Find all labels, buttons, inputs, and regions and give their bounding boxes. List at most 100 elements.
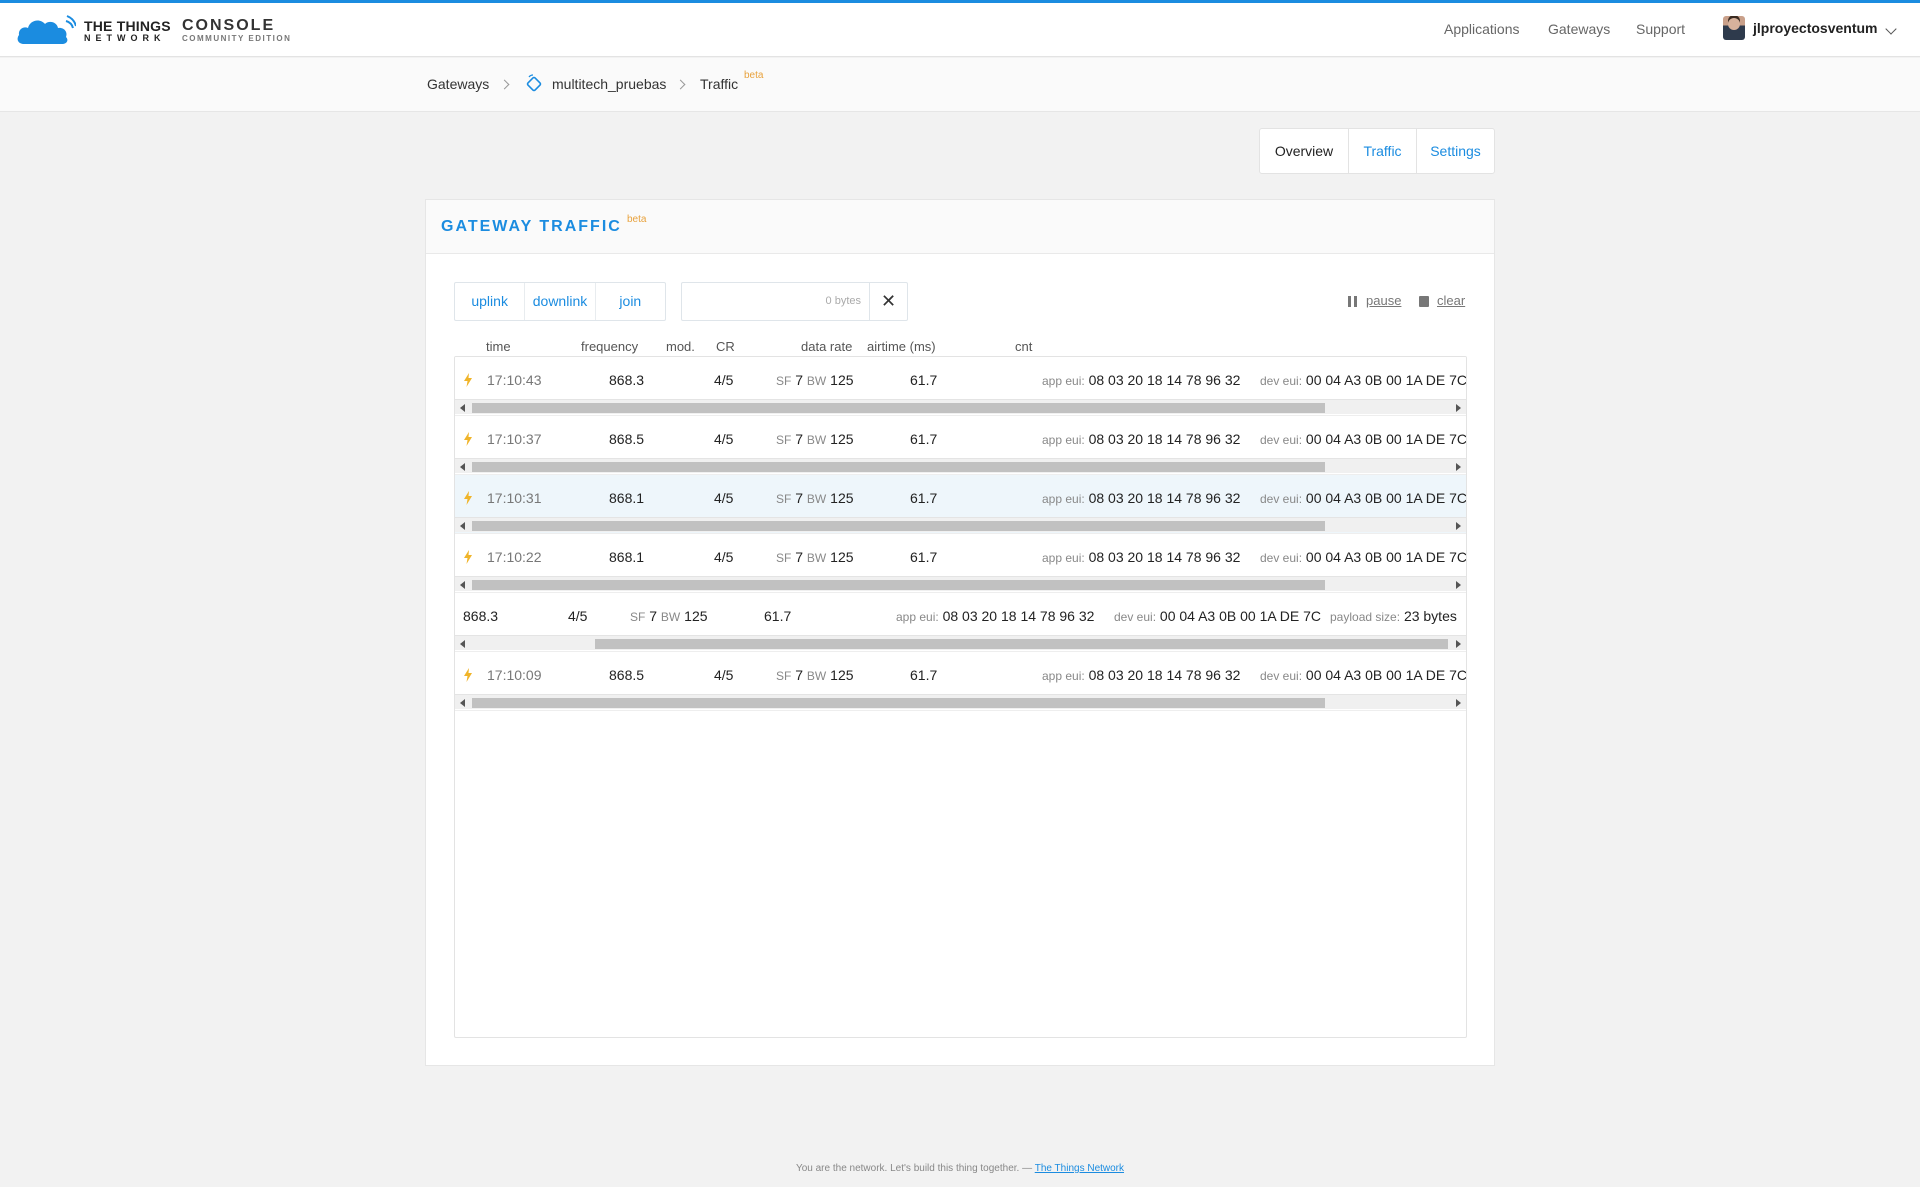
console-edition: COMMUNITY EDITION <box>182 34 292 43</box>
gateway-tabs: Overview Traffic Settings <box>1259 128 1495 174</box>
row-scrollbar[interactable] <box>455 458 1466 473</box>
scroll-right-icon[interactable] <box>1456 699 1461 707</box>
bw-label: BW <box>806 551 827 565</box>
traffic-row[interactable]: 17:10:22 868.1 4/5 SF 7 BW 125 61.7 app … <box>455 534 1466 593</box>
row-dev-eui: 00 04 A3 0B 00 1A DE 7C <box>1159 608 1322 624</box>
col-mod: mod. <box>666 339 695 354</box>
row-cr: 4/5 <box>714 549 734 565</box>
row-sf: 7 <box>649 608 658 624</box>
nav-applications[interactable]: Applications <box>1444 21 1520 37</box>
row-dev-eui: 00 04 A3 0B 00 1A DE 7C <box>1305 549 1466 565</box>
row-app-eui: 08 03 20 18 14 78 96 32 <box>1088 667 1241 683</box>
traffic-row-scrolled[interactable]: 868.3 4/5 SF 7 BW 125 61.7 app eui: 08 0… <box>455 593 1466 652</box>
chevron-down-icon[interactable] <box>1885 23 1897 35</box>
scroll-left-icon[interactable] <box>460 640 465 648</box>
uplink-bolt-icon <box>464 432 472 446</box>
filter-downlink-button[interactable]: downlink <box>525 283 596 320</box>
row-app-eui: 08 03 20 18 14 78 96 32 <box>942 608 1095 624</box>
row-cr: 4/5 <box>714 431 734 447</box>
breadcrumb-gateways[interactable]: Gateways <box>427 76 489 92</box>
scroll-thumb[interactable] <box>472 403 1325 413</box>
payload-filter-placeholder: 0 bytes <box>825 295 861 307</box>
row-sf: 7 <box>795 490 804 506</box>
nav-gateways[interactable]: Gateways <box>1548 21 1610 37</box>
close-icon[interactable]: ✕ <box>869 283 907 320</box>
row-dev-eui: 00 04 A3 0B 00 1A DE 7C <box>1305 667 1466 683</box>
uplink-bolt-icon <box>464 668 472 682</box>
tab-overview[interactable]: Overview <box>1260 129 1349 173</box>
row-scrollbar[interactable] <box>455 399 1466 414</box>
scroll-thumb[interactable] <box>472 521 1325 531</box>
traffic-row[interactable]: 17:10:31 868.1 4/5 SF 7 BW 125 61.7 app … <box>455 475 1466 534</box>
scroll-right-icon[interactable] <box>1456 463 1461 471</box>
filter-uplink-button[interactable]: uplink <box>455 283 526 320</box>
row-scrollbar[interactable] <box>455 694 1466 709</box>
row-sf: 7 <box>795 372 804 388</box>
row-bw: 125 <box>684 608 708 624</box>
card-title: GATEWAY TRAFFIC <box>441 218 622 235</box>
avatar[interactable] <box>1723 16 1745 40</box>
row-bw: 125 <box>830 667 854 683</box>
pause-icon[interactable] <box>1348 296 1357 307</box>
scroll-right-icon[interactable] <box>1456 640 1461 648</box>
breadcrumb-gateway-id[interactable]: multitech_pruebas <box>552 76 666 92</box>
bw-label: BW <box>806 669 827 683</box>
row-airtime: 61.7 <box>910 549 938 565</box>
scroll-right-icon[interactable] <box>1456 581 1461 589</box>
dev-eui-label: dev eui: <box>1260 669 1303 683</box>
row-sf: 7 <box>795 431 804 447</box>
tab-traffic[interactable]: Traffic <box>1349 129 1417 173</box>
scroll-thumb[interactable] <box>472 698 1325 708</box>
traffic-row[interactable]: 17:10:37 868.5 4/5 SF 7 BW 125 61.7 app … <box>455 416 1466 475</box>
gateway-traffic-card: GATEWAY TRAFFIC beta uplink downlink joi… <box>425 199 1495 1066</box>
scroll-left-icon[interactable] <box>460 581 465 589</box>
traffic-row[interactable]: 17:10:09 868.5 4/5 SF 7 BW 125 61.7 app … <box>455 652 1466 711</box>
col-cr: CR <box>716 339 735 354</box>
sf-label: SF <box>776 374 792 388</box>
breadcrumb-traffic: Traffic <box>700 76 739 92</box>
gateway-icon <box>526 74 542 92</box>
row-frequency: 868.1 <box>609 490 645 506</box>
traffic-row[interactable]: 17:10:43 868.3 4/5 SF 7 BW 125 61.7 app … <box>455 357 1466 416</box>
chevron-right-icon <box>499 79 510 90</box>
payload-size-label: payload size: <box>1330 610 1401 624</box>
col-data-rate: data rate <box>801 339 853 354</box>
scroll-right-icon[interactable] <box>1456 404 1461 412</box>
filter-join-button[interactable]: join <box>596 283 665 320</box>
clear-button[interactable]: clear <box>1437 293 1465 308</box>
card-header: GATEWAY TRAFFIC beta <box>426 200 1494 254</box>
row-frequency: 868.3 <box>463 608 499 624</box>
dev-eui-label: dev eui: <box>1260 433 1303 447</box>
trash-icon[interactable] <box>1419 296 1429 307</box>
row-scrollbar[interactable] <box>455 576 1466 591</box>
row-airtime: 61.7 <box>764 608 792 624</box>
scroll-left-icon[interactable] <box>460 699 465 707</box>
scroll-left-icon[interactable] <box>460 404 465 412</box>
footer-link[interactable]: The Things Network <box>1035 1163 1124 1174</box>
row-scrollbar[interactable] <box>455 635 1466 650</box>
app-eui-label: app eui: <box>1042 492 1085 506</box>
dev-eui-label: dev eui: <box>1260 492 1303 506</box>
nav-support[interactable]: Support <box>1636 21 1685 37</box>
ttn-cloud-logo[interactable] <box>16 14 76 46</box>
user-menu-name[interactable]: jlproyectosventum <box>1753 20 1877 36</box>
row-airtime: 61.7 <box>910 490 938 506</box>
message-type-filter: uplink downlink join <box>454 282 666 321</box>
scroll-right-icon[interactable] <box>1456 522 1461 530</box>
scroll-thumb[interactable] <box>472 580 1325 590</box>
scroll-thumb[interactable] <box>472 462 1325 472</box>
row-frequency: 868.5 <box>609 667 645 683</box>
payload-filter-input[interactable]: 0 bytes ✕ <box>681 282 908 321</box>
row-app-eui: 08 03 20 18 14 78 96 32 <box>1088 490 1241 506</box>
bw-label: BW <box>806 374 827 388</box>
scroll-left-icon[interactable] <box>460 522 465 530</box>
brand-line2: NETWORK <box>84 33 166 43</box>
dev-eui-label: dev eui: <box>1114 610 1157 624</box>
row-scrollbar[interactable] <box>455 517 1466 532</box>
scroll-left-icon[interactable] <box>460 463 465 471</box>
scroll-thumb[interactable] <box>595 639 1448 649</box>
row-cr: 4/5 <box>714 372 734 388</box>
tab-settings[interactable]: Settings <box>1417 129 1494 173</box>
pause-button[interactable]: pause <box>1366 293 1401 308</box>
console-title: CONSOLE <box>182 17 276 34</box>
